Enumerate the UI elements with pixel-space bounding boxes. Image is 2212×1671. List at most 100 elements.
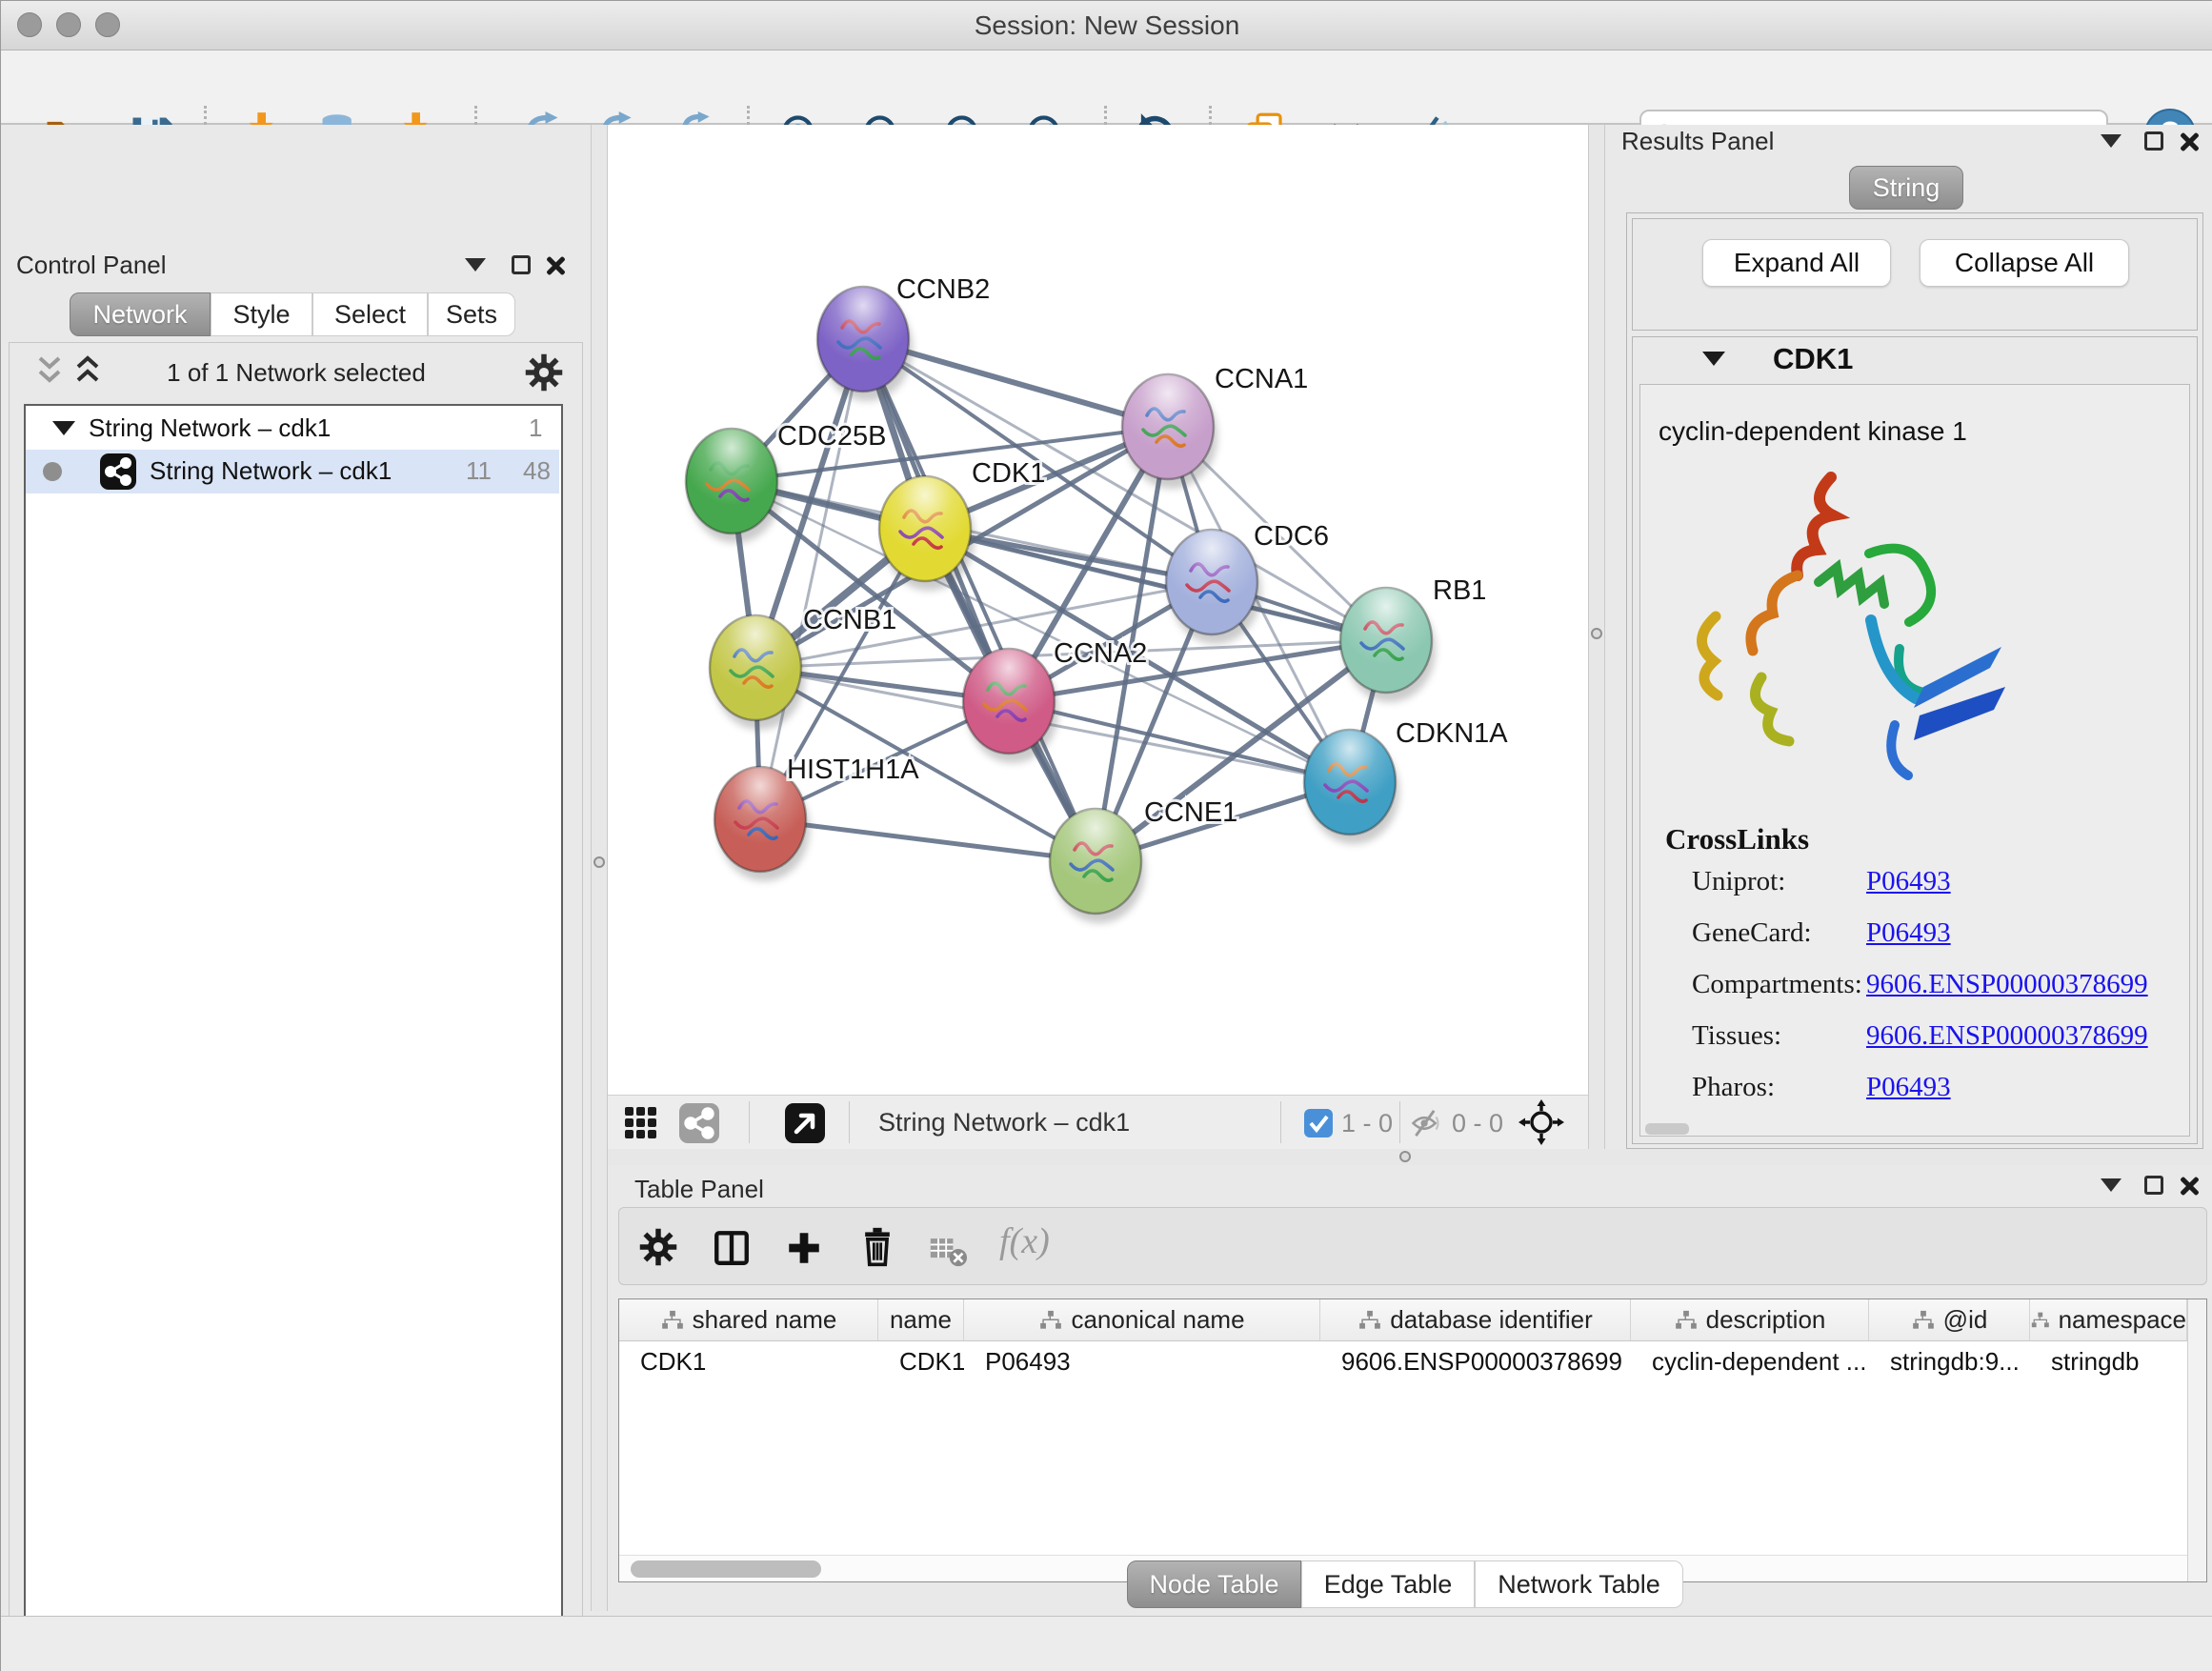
table-cell[interactable]: CDK1 [619, 1341, 878, 1381]
close-panel-icon[interactable] [2179, 1176, 2200, 1197]
maximize-panel-icon[interactable] [512, 255, 531, 274]
network-node-CDC6[interactable]: CDC6 [1166, 521, 1329, 644]
grid-view-icon[interactable] [624, 1106, 658, 1140]
table-cell[interactable]: P06493 [964, 1341, 1320, 1381]
crosslink-link[interactable]: 9606.ENSP00000378699 [1866, 969, 2148, 999]
table-settings-gear-icon[interactable] [637, 1226, 679, 1268]
close-panel-icon[interactable] [545, 255, 566, 276]
protein-name: CDK1 [1773, 342, 1853, 376]
toolbar-separator [1399, 1101, 1400, 1143]
crosslink-link[interactable]: P06493 [1866, 866, 1951, 896]
network-status-dot-icon [43, 462, 62, 481]
gear-icon[interactable] [523, 352, 565, 393]
column-header-shared-name[interactable]: shared name [619, 1299, 878, 1340]
table-cell[interactable]: cyclin-dependent ... [1631, 1341, 1869, 1381]
column-namespace-icon [1038, 1310, 1063, 1331]
main-toolbar: ? [1, 50, 2212, 125]
float-panel-icon[interactable] [2101, 1178, 2122, 1192]
protein-description: cyclin-dependent kinase 1 [1659, 416, 1967, 447]
add-column-icon[interactable] [784, 1228, 824, 1268]
crosslink-link[interactable]: P06493 [1866, 917, 1951, 948]
expand-all-chevron-icon[interactable] [71, 353, 104, 388]
function-builder-icon: f(x) [999, 1220, 1050, 1262]
right-splitter-handle[interactable] [1591, 628, 1602, 639]
collapse-all-chevron-icon[interactable] [33, 353, 66, 388]
birds-eye-view-icon[interactable] [785, 1103, 825, 1143]
crosslink-link[interactable]: P06493 [1866, 1072, 1951, 1102]
protein-structure-image [1674, 466, 2040, 805]
results-scroll-indicator[interactable] [1645, 1123, 1689, 1135]
table-cell[interactable]: CDK1 [878, 1341, 964, 1381]
network-edge-CCNB2-HIST1H1A[interactable] [760, 339, 863, 819]
float-panel-icon[interactable] [465, 258, 486, 272]
column-header-label: name [890, 1305, 952, 1335]
node-table: shared name name canonical name database id… [618, 1299, 2207, 1582]
network-node-CCNE1[interactable]: CCNE1 [1050, 797, 1237, 923]
left-splitter-handle[interactable] [593, 856, 605, 868]
table-panel-title: Table Panel [634, 1175, 764, 1204]
tab-node-table[interactable]: Node Table [1127, 1560, 1301, 1608]
table-row[interactable]: CDK1CDK1P064939606.ENSP00000378699cyclin… [619, 1341, 2187, 1381]
tab-select[interactable]: Select [312, 292, 428, 336]
column-header-name[interactable]: name [878, 1299, 964, 1340]
left-splitter[interactable] [591, 125, 608, 1611]
horizontal-splitter-handle[interactable] [1399, 1151, 1411, 1162]
table-cell[interactable]: 9606.ENSP00000378699 [1320, 1341, 1631, 1381]
maximize-panel-icon[interactable] [2144, 1176, 2163, 1195]
table-vertical-scrollbar[interactable] [2187, 1299, 2206, 1581]
column-header-label: description [1706, 1305, 1826, 1335]
network-node-CDKN1A[interactable]: CDKN1A [1304, 718, 1508, 844]
tab-style[interactable]: Style [211, 292, 312, 336]
crosslink-link[interactable]: 9606.ENSP00000378699 [1866, 1020, 2148, 1051]
float-panel-icon[interactable] [2101, 134, 2122, 148]
protein-disclosure-icon[interactable] [1702, 352, 1725, 366]
network-node-CDK1[interactable]: CDK1 [879, 458, 1045, 591]
tab-network[interactable]: Network [70, 292, 211, 336]
network-node-CCNA2[interactable]: CCNA2 [963, 638, 1147, 763]
expand-all-button[interactable]: Expand All [1702, 239, 1891, 287]
table-header-row: shared name name canonical name database id… [619, 1299, 2187, 1341]
column-header-label: canonical name [1071, 1305, 1244, 1335]
crosslink-label: GeneCard: [1692, 917, 1866, 949]
scrollbar-thumb[interactable] [631, 1560, 821, 1578]
network-view-toolbar: String Network – cdk1 1 - 0 0 - 0 [608, 1095, 1588, 1149]
column-header-description[interactable]: description [1631, 1299, 1869, 1340]
network-node-CCNA1[interactable]: CCNA1 [1122, 364, 1308, 489]
close-panel-icon[interactable] [2179, 131, 2200, 152]
tab-edge-table[interactable]: Edge Table [1301, 1560, 1475, 1608]
tab-string-results[interactable]: String [1849, 166, 1963, 210]
column-header--id[interactable]: @id [1869, 1299, 2030, 1340]
table-cell[interactable]: stringdb:9... [1869, 1341, 2030, 1381]
column-header-namespace[interactable]: namespace [2030, 1299, 2187, 1340]
network-edge-CCNA2-CDKN1A[interactable] [1009, 701, 1350, 782]
network-node-HIST1H1A[interactable]: HIST1H1A [714, 755, 919, 881]
column-header-canonical-name[interactable]: canonical name [964, 1299, 1320, 1340]
results-panel-title: Results Panel [1621, 127, 1774, 156]
tab-network-table[interactable]: Network Table [1475, 1560, 1683, 1608]
network-node-RB1[interactable]: RB1 [1340, 575, 1486, 702]
network-row-selected[interactable]: String Network – cdk1 11 48 [26, 450, 559, 493]
delete-table-icon [927, 1230, 969, 1268]
collapse-all-button[interactable]: Collapse All [1920, 239, 2129, 287]
network-collection-row[interactable]: String Network – cdk1 1 [26, 408, 559, 450]
collection-disclosure-icon[interactable] [52, 421, 75, 435]
table-cell[interactable]: stringdb [2030, 1341, 2187, 1381]
tab-sets[interactable]: Sets [428, 292, 515, 336]
show-columns-icon[interactable] [712, 1228, 752, 1268]
column-header-database-identifier[interactable]: database identifier [1320, 1299, 1631, 1340]
delete-column-trash-icon[interactable] [856, 1226, 898, 1268]
right-splitter[interactable] [1588, 125, 1605, 1149]
crosslink-row: Uniprot:P06493 [1692, 866, 2187, 917]
network-node-CCNB1[interactable]: CCNB1 [710, 605, 896, 730]
maximize-panel-icon[interactable] [2144, 131, 2163, 151]
horizontal-splitter[interactable] [608, 1149, 2212, 1165]
crosslinks-title: CrossLinks [1665, 822, 1809, 856]
crosslink-label: Compartments: [1692, 969, 1866, 1000]
node-label: CCNE1 [1144, 797, 1237, 828]
crosshair-pan-icon[interactable] [1518, 1099, 1564, 1145]
network-edge-HIST1H1A-CCNE1[interactable] [760, 819, 1096, 861]
network-view-share-icon[interactable] [679, 1103, 719, 1143]
network-view-canvas[interactable]: CCNB2CCNA1CDC25BCDK1CDC6RB1CCNB1CCNA2CDK… [608, 125, 1588, 1095]
network-node-CCNB2[interactable]: CCNB2 [817, 274, 990, 401]
selected-checkbox-icon[interactable] [1304, 1109, 1333, 1137]
